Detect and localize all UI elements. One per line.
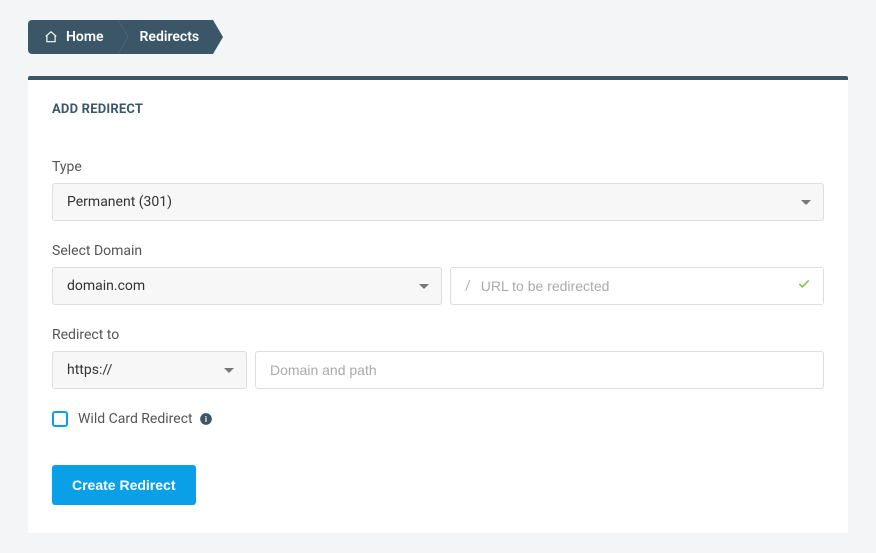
caret-down-icon xyxy=(224,362,234,378)
check-icon xyxy=(797,277,811,295)
redirect-to-label: Redirect to xyxy=(52,327,824,343)
type-select-value: Permanent (301) xyxy=(67,194,172,210)
wildcard-label-wrap: Wild Card Redirect i xyxy=(78,411,213,427)
wildcard-checkbox[interactable] xyxy=(52,411,68,427)
svg-text:i: i xyxy=(205,414,207,424)
caret-down-icon xyxy=(801,194,811,210)
protocol-select-value: https:// xyxy=(67,362,112,378)
wildcard-label: Wild Card Redirect xyxy=(78,411,193,427)
breadcrumb-home[interactable]: Home xyxy=(28,20,118,54)
domain-select[interactable]: domain.com xyxy=(52,267,442,305)
home-icon xyxy=(44,30,58,44)
panel-add-redirect: ADD REDIRECT Type Permanent (301) Select… xyxy=(28,76,848,533)
domain-label: Select Domain xyxy=(52,243,824,259)
breadcrumb-redirects[interactable]: Redirects xyxy=(118,20,214,54)
type-label: Type xyxy=(52,159,824,175)
type-select[interactable]: Permanent (301) xyxy=(52,183,824,221)
info-icon[interactable]: i xyxy=(199,412,213,426)
url-input[interactable] xyxy=(481,268,823,304)
breadcrumb-redirects-label: Redirects xyxy=(140,29,200,45)
wildcard-row: Wild Card Redirect i xyxy=(52,411,824,427)
path-input[interactable] xyxy=(255,351,824,389)
protocol-select[interactable]: https:// xyxy=(52,351,247,389)
domain-select-value: domain.com xyxy=(67,278,145,294)
field-type: Type Permanent (301) xyxy=(52,159,824,221)
field-select-domain: Select Domain domain.com / xyxy=(52,243,824,305)
create-redirect-button[interactable]: Create Redirect xyxy=(52,465,196,505)
breadcrumb: Home Redirects xyxy=(28,20,848,54)
breadcrumb-home-label: Home xyxy=(66,29,104,45)
field-redirect-to: Redirect to https:// xyxy=(52,327,824,389)
caret-down-icon xyxy=(419,278,429,294)
panel-title: ADD REDIRECT xyxy=(52,102,824,117)
url-slash: / xyxy=(451,278,481,294)
url-input-wrap: / xyxy=(450,267,824,305)
